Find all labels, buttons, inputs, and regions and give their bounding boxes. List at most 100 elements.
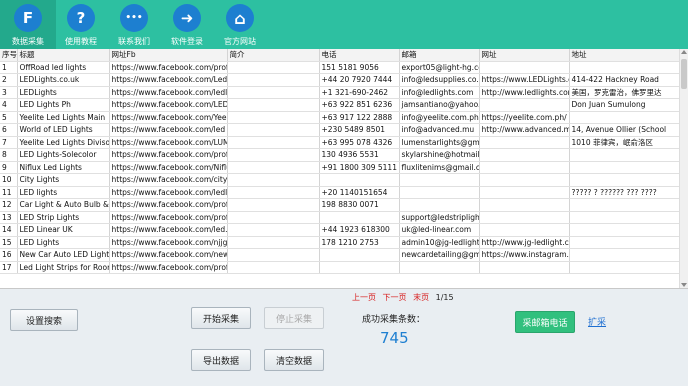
toolbar-item-1[interactable]: ? 使用教程: [53, 0, 109, 49]
table-cell: [227, 73, 320, 87]
table-cell: 17: [0, 261, 18, 274]
start-collect-button[interactable]: 开始采集: [191, 307, 251, 329]
table-cell: https://www.facebook.com/led.li: [109, 223, 228, 237]
table-cell: [569, 211, 680, 224]
table-cell: 3: [0, 86, 18, 99]
column-header[interactable]: 标题: [17, 49, 110, 62]
table-cell: [399, 173, 480, 187]
table-cell: https://www.facebook.com/profi: [109, 261, 228, 274]
table-row[interactable]: 5 Yeelite Led Lights Main https://www.face…: [0, 111, 680, 124]
table-cell: [227, 123, 320, 137]
table-row[interactable]: 16 New Car Auto LED Lights https://www.fac…: [0, 248, 680, 262]
table-cell: [227, 223, 320, 237]
table-cell: [227, 136, 320, 149]
table-cell: http://www.advanced.m: [479, 123, 570, 137]
next-page-link[interactable]: 下一页: [383, 293, 407, 302]
table-cell: https://www.facebook.com/Yeel: [109, 111, 228, 124]
search-settings-button[interactable]: 设置搜索: [10, 309, 78, 331]
table-cell: https://www.facebook.com/Led: [109, 73, 228, 87]
clear-data-button[interactable]: 清空数据: [264, 349, 324, 371]
toolbar-item-label: 官方网站: [224, 37, 256, 46]
table-cell: 151 5181 9056: [319, 61, 400, 74]
table-row[interactable]: 4 LED Lights Ph https://www.facebook.com/L…: [0, 98, 680, 112]
prev-page-link[interactable]: 上一页: [352, 293, 376, 302]
table-cell: Yeelite Led Lights Divisoria: [17, 136, 110, 149]
table-cell: [569, 111, 680, 124]
stop-collect-button[interactable]: 停止采集: [264, 307, 324, 329]
toolbar-item-2[interactable]: ••• 联系我们: [106, 0, 162, 49]
table-cell: ????? ? ?????? ??? ????: [569, 186, 680, 199]
table-row[interactable]: 6 World of LED Lights https://www.facebook…: [0, 123, 680, 137]
table-cell: LEDLights.co.uk: [17, 73, 110, 87]
table-cell: [569, 161, 680, 174]
table-cell: Led Light Strips for Room: [17, 261, 110, 274]
toolbar-item-0[interactable]: F 数据采集: [0, 0, 56, 49]
export-data-button[interactable]: 导出数据: [191, 349, 251, 371]
column-header[interactable]: 网址Fb: [109, 49, 228, 62]
toolbar-item-3[interactable]: ➜ 软件登录: [159, 0, 215, 49]
table-row[interactable]: 8 LED Lights-Solecolor https://www.faceboo…: [0, 148, 680, 162]
scroll-down-icon[interactable]: [681, 283, 687, 287]
table-row[interactable]: 13 LED Strip Lights https://www.facebook.c…: [0, 211, 680, 224]
collected-count-label: 成功采集条数：: [362, 315, 426, 325]
column-header[interactable]: 序号: [0, 49, 18, 62]
table-cell: https://yeelite.com.ph/: [479, 111, 570, 124]
column-header[interactable]: 网址: [479, 49, 570, 62]
table-cell: [319, 261, 400, 274]
table-cell: +63 917 122 2888: [319, 111, 400, 124]
collected-count-value: 745: [380, 329, 409, 347]
table-cell: 14: [0, 223, 18, 237]
table-cell: [569, 223, 680, 237]
toolbar-item-4[interactable]: ⌂ 官方网站: [212, 0, 268, 49]
table-row[interactable]: 11 LED lights https://www.facebook.com/led…: [0, 186, 680, 199]
help-icon: ?: [67, 4, 95, 32]
column-header[interactable]: 简介: [227, 49, 320, 62]
table-cell: https://www.facebook.com/cityli: [109, 173, 228, 187]
table-row[interactable]: 12 Car Light & Auto Bulb & https://www.fac…: [0, 198, 680, 212]
table-cell: 130 4936 5531: [319, 148, 400, 162]
scroll-thumb[interactable]: [681, 59, 687, 89]
last-page-link[interactable]: 末页: [413, 293, 429, 302]
table-cell: Car Light & Auto Bulb &: [17, 198, 110, 212]
collect-email-phone-button[interactable]: 采邮箱电话: [515, 311, 575, 333]
vertical-scrollbar[interactable]: [679, 49, 688, 288]
table-row[interactable]: 9 Niflux Led Lights https://www.facebook.c…: [0, 161, 680, 174]
table-cell: 5: [0, 111, 18, 124]
column-header[interactable]: 地址: [569, 49, 680, 62]
table-cell: 14, Avenue Ollier (School: [569, 123, 680, 137]
table-header-row: 序号 标题 网址Fb 简介 电话 邮箱 网址 地址: [0, 49, 680, 62]
table-cell: 1010 菲律宾，岷俞洛区: [569, 136, 680, 149]
table-row[interactable]: 14 LED Linear UK https://www.facebook.com/…: [0, 223, 680, 237]
table-cell: fluxlitenims@gmail.com: [399, 161, 480, 174]
table-row[interactable]: 17 Led Light Strips for Room https://www.f…: [0, 261, 680, 274]
table-cell: info@yeelite.com.ph: [399, 111, 480, 124]
table-cell: Yeelite Led Lights Main: [17, 111, 110, 124]
table-cell: 4: [0, 98, 18, 112]
table-row[interactable]: 15 LED Lights https://www.facebook.com/njj…: [0, 236, 680, 249]
toolbar-item-label: 联系我们: [118, 37, 150, 46]
table-cell: https://www.facebook.com/profi: [109, 198, 228, 212]
column-header[interactable]: 电话: [319, 49, 400, 62]
table-cell: LEDLights: [17, 86, 110, 99]
table-cell: 15: [0, 236, 18, 249]
table-row[interactable]: 7Yeelite Led Lights Divisoriahttps://www…: [0, 136, 680, 149]
table-cell: 美国，罗克雷治，佛罗里达: [569, 86, 680, 99]
table-cell: https://www.facebook.com/profi: [109, 61, 228, 74]
table-cell: 7: [0, 136, 18, 149]
expand-collect-link[interactable]: 扩采: [588, 315, 606, 328]
table-row[interactable]: 1 OffRoad led lights https://www.facebook.…: [0, 61, 680, 74]
table-cell: lumenstarlights@gmail.: [399, 136, 480, 149]
table-row[interactable]: 2 LEDLights.co.uk https://www.facebook.com…: [0, 73, 680, 87]
table-cell: [479, 161, 570, 174]
table-cell: [479, 148, 570, 162]
table-cell: [479, 173, 570, 187]
table-cell: [479, 223, 570, 237]
results-table: 序号 标题 网址Fb 简介 电话 邮箱 网址 地址 1 OffRoad led lights ht…: [0, 49, 680, 274]
table-cell: [569, 198, 680, 212]
scroll-up-icon[interactable]: [681, 50, 687, 54]
table-cell: 13: [0, 211, 18, 224]
column-header[interactable]: 邮箱: [399, 49, 480, 62]
table-row[interactable]: 10 City Lights https://www.facebook.com/ci…: [0, 173, 680, 187]
table-cell: LED lights: [17, 186, 110, 199]
table-row[interactable]: 3 LEDLights https://www.facebook.com/ledl +…: [0, 86, 680, 99]
